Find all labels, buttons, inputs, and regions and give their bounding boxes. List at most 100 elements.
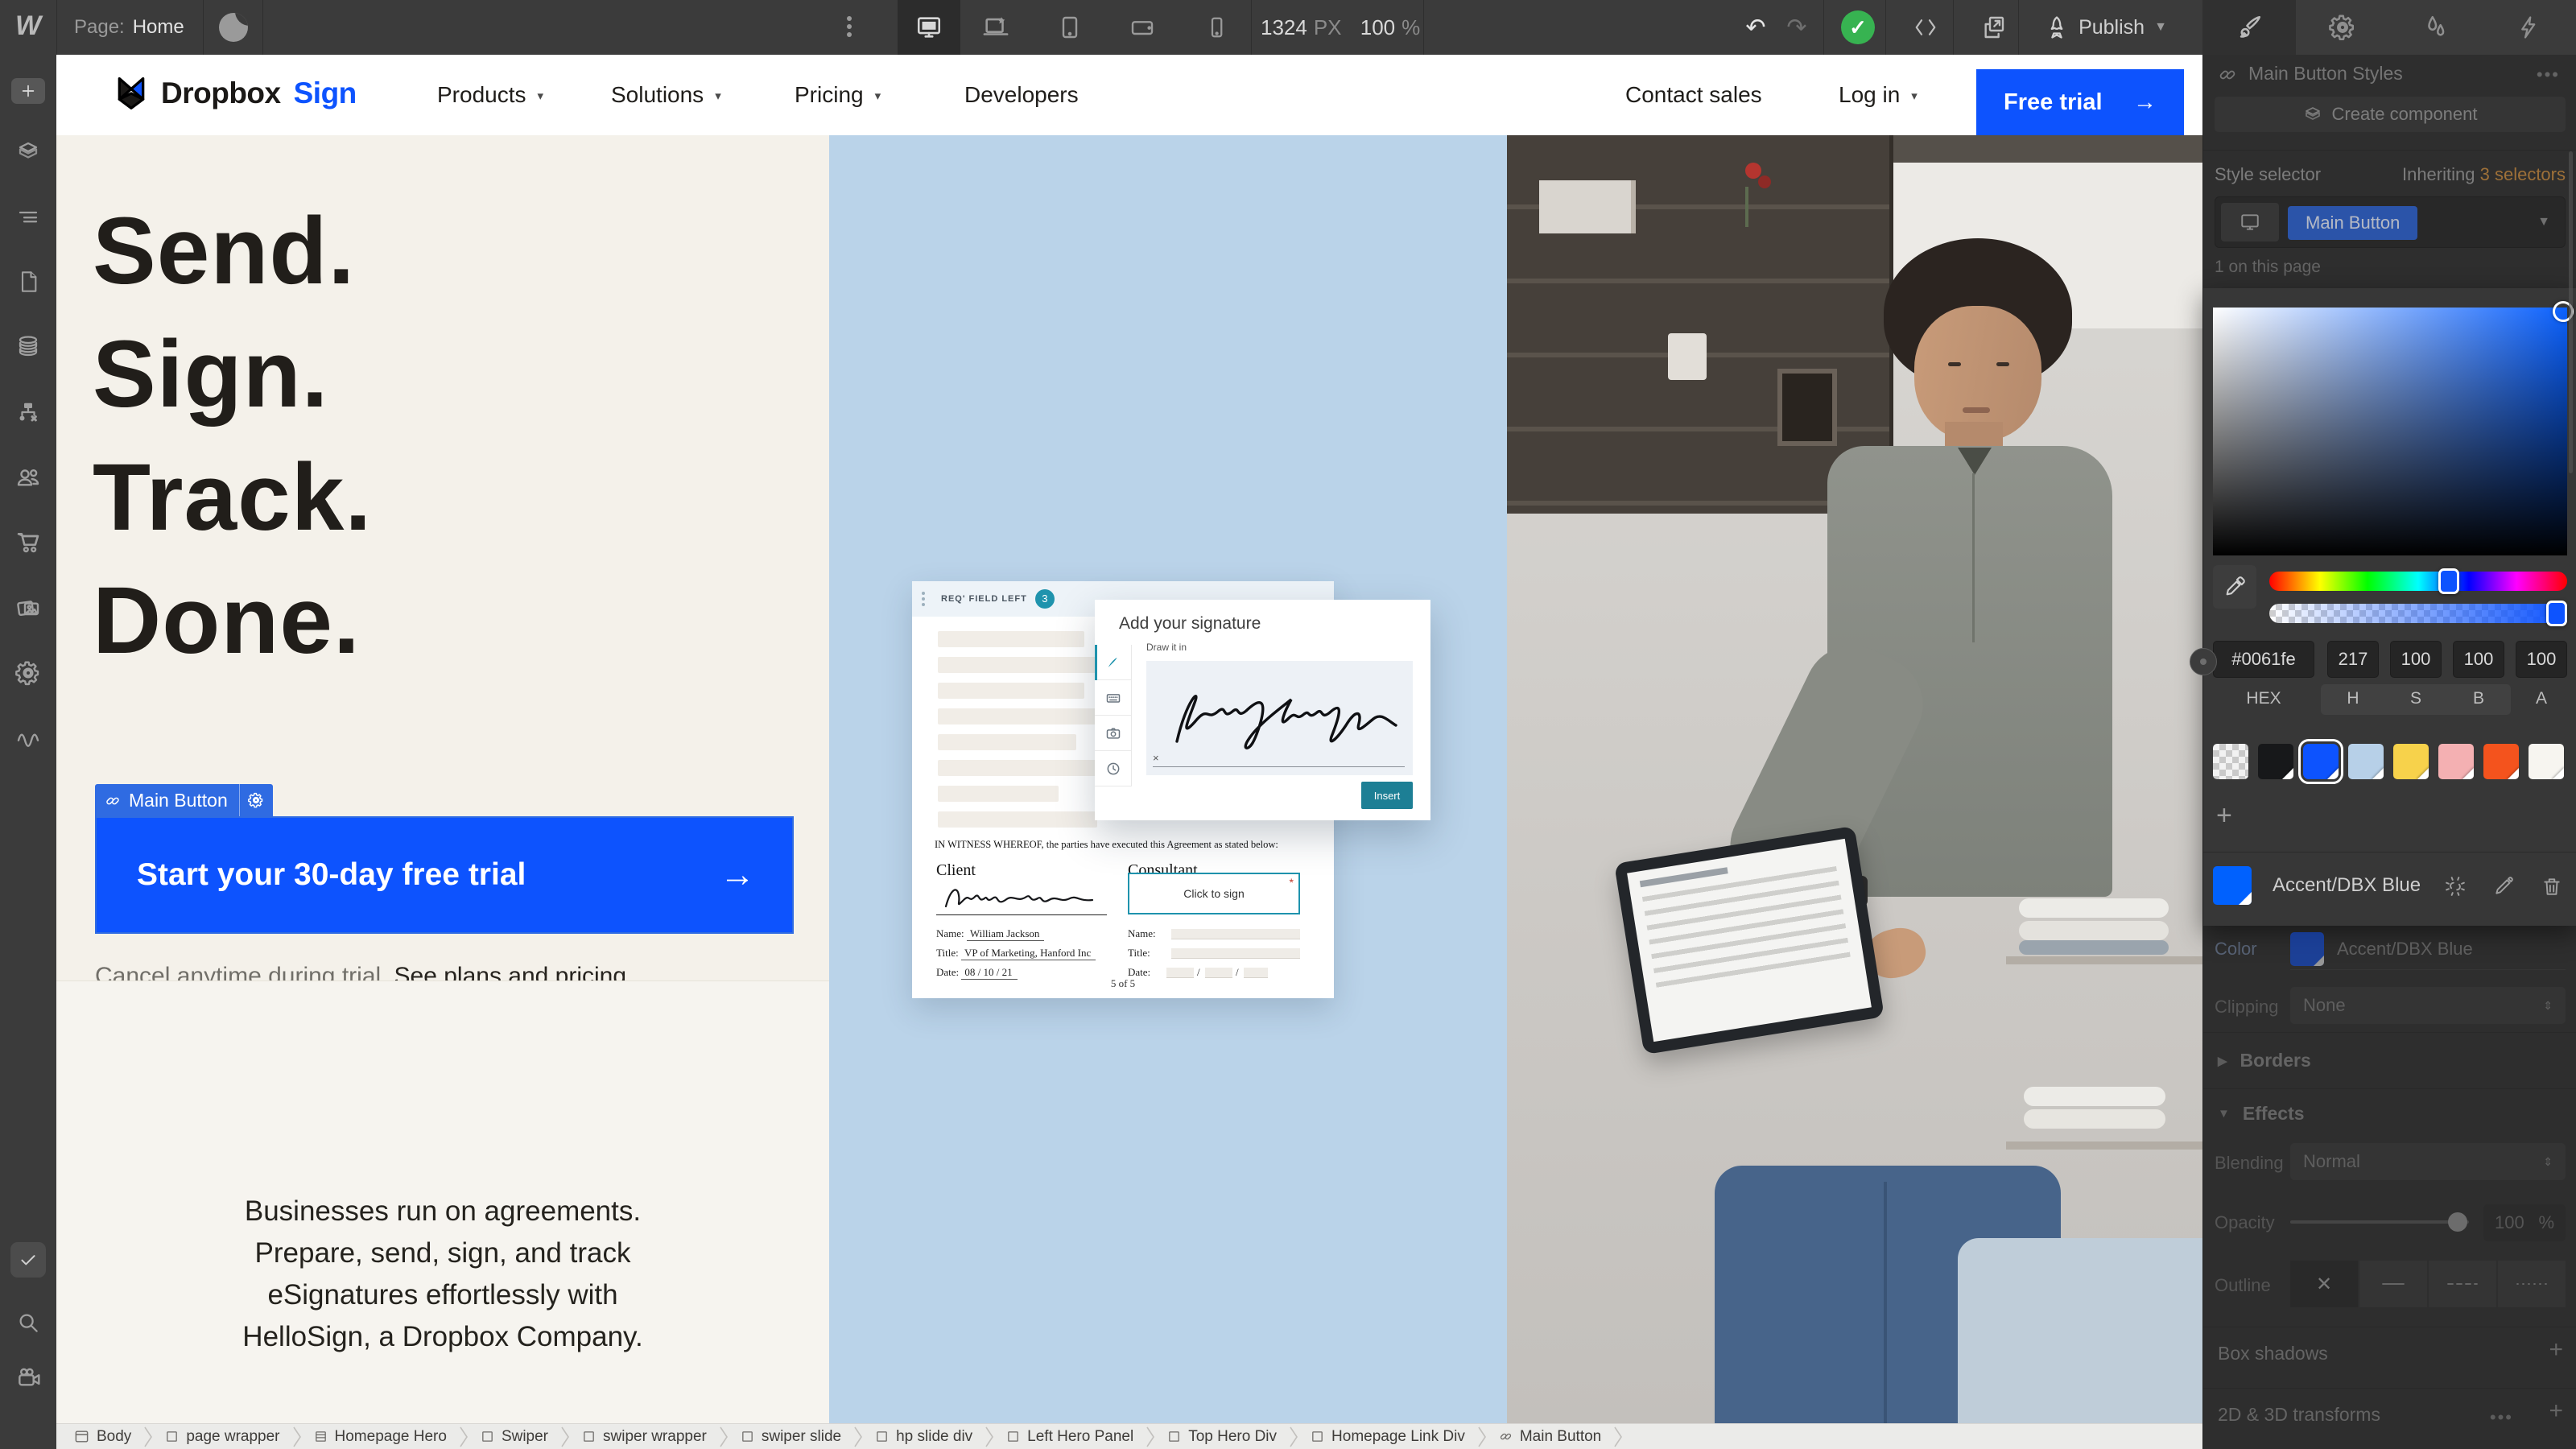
breadcrumb-item-left-hero-panel[interactable]: Left Hero Panel	[1001, 1428, 1138, 1446]
ecommerce-icon[interactable]	[0, 514, 56, 571]
create-component-button[interactable]: Create component	[2215, 97, 2566, 132]
preview-pie-icon[interactable]	[219, 13, 248, 42]
chevron-down-icon[interactable]: ▼	[2537, 215, 2550, 229]
alpha-slider[interactable]	[2269, 604, 2567, 623]
opacity-value-field[interactable]: 100%	[2483, 1204, 2566, 1241]
breadcrumb-item-main-button[interactable]: Main Button	[1494, 1428, 1606, 1446]
nav-link-contact-sales[interactable]: Contact sales	[1625, 55, 1762, 135]
publish-button[interactable]: Publish ▼	[2025, 0, 2186, 55]
hue-slider-handle[interactable]	[2438, 568, 2459, 594]
swatch-pink[interactable]	[2438, 744, 2474, 779]
quick-actions-bolt-icon[interactable]	[2483, 0, 2576, 55]
upload-tab-camera-icon[interactable]	[1095, 716, 1132, 751]
audit-icon[interactable]	[0, 710, 56, 766]
transforms-menu-dots[interactable]: •••	[2490, 1407, 2513, 1428]
alpha-input[interactable]: 100	[2516, 641, 2567, 678]
webflow-logo[interactable]: W	[0, 0, 56, 55]
breadcrumb-item-page-wrapper[interactable]: page wrapper	[160, 1428, 284, 1446]
settings-icon[interactable]	[0, 645, 56, 701]
free-trial-button[interactable]: Free trial→	[1976, 69, 2184, 135]
add-box-shadow-button[interactable]: +	[2549, 1336, 2563, 1364]
settings-panel-tab[interactable]	[2296, 0, 2389, 55]
outline-dashed-button[interactable]	[2429, 1261, 2496, 1307]
blending-select[interactable]: Normal⇕	[2290, 1143, 2566, 1180]
panel-resize-handle[interactable]	[2190, 648, 2217, 675]
add-transform-button[interactable]: +	[2549, 1397, 2563, 1425]
outline-none-button[interactable]: ✕	[2290, 1261, 2358, 1307]
nav-link-solutions[interactable]: Solutions▾	[611, 55, 721, 135]
hex-input[interactable]: #0061fe	[2213, 641, 2314, 678]
panel-scrollbar[interactable]	[2569, 151, 2573, 473]
delete-color-icon[interactable]	[2541, 874, 2562, 896]
swatch-orange[interactable]	[2483, 744, 2519, 779]
edit-color-icon[interactable]	[2493, 874, 2514, 896]
breadcrumb-item-hp-slide-div[interactable]: hp slide div	[870, 1428, 977, 1446]
share-icon[interactable]	[1969, 0, 2017, 55]
compliance-check-icon[interactable]	[0, 1232, 56, 1288]
opacity-slider[interactable]	[2290, 1220, 2469, 1224]
nav-link-pricing[interactable]: Pricing▾	[795, 55, 881, 135]
interactions-panel-tab[interactable]	[2389, 0, 2483, 55]
video-tutorials-icon[interactable]	[0, 1349, 56, 1406]
opacity-slider-handle[interactable]	[2448, 1212, 2467, 1232]
more-options-icon[interactable]	[847, 13, 853, 40]
outline-dotted-button[interactable]	[2498, 1261, 2566, 1307]
click-to-sign-field[interactable]: Click to sign *	[1128, 873, 1300, 914]
outline-solid-button[interactable]	[2359, 1261, 2427, 1307]
cms-icon[interactable]	[0, 319, 56, 375]
selector-token[interactable]: Main Button	[2288, 206, 2417, 240]
breadcrumb-item-swiper-slide[interactable]: swiper slide	[736, 1428, 846, 1446]
page-selector[interactable]: Page:Home	[74, 0, 184, 55]
canvas-size-indicator[interactable]: 1324PX 100%	[1261, 0, 1433, 55]
main-cta-button[interactable]: Start your 30-day free trial→	[95, 816, 794, 934]
users-icon[interactable]	[0, 449, 56, 506]
redo-icon[interactable]: ↷	[1776, 0, 1818, 55]
saved-tab-clock-icon[interactable]	[1095, 751, 1132, 786]
swatch-blue-selected[interactable]	[2303, 744, 2339, 779]
pages-icon[interactable]	[0, 254, 56, 310]
selected-element-badge[interactable]: Main Button	[95, 784, 273, 816]
signature-canvas[interactable]: ×	[1146, 661, 1413, 775]
swatch-transparent[interactable]	[2213, 744, 2248, 779]
style-selector-field[interactable]: Main Button ▼	[2215, 196, 2566, 248]
breadcrumb-item-homepage-link-div[interactable]: Homepage Link Div	[1306, 1428, 1470, 1446]
color-property-swatch[interactable]	[2290, 932, 2324, 966]
style-panel-tab[interactable]	[2202, 0, 2296, 55]
swatch-black[interactable]	[2258, 744, 2293, 779]
add-swatch-button[interactable]: +	[2216, 800, 2232, 832]
nav-link-developers[interactable]: Developers	[964, 55, 1079, 135]
panel-menu-dots[interactable]: •••	[2537, 64, 2560, 85]
swatch-yellow[interactable]	[2393, 744, 2429, 779]
breadcrumb-item-swiper-wrapper[interactable]: swiper wrapper	[577, 1428, 712, 1446]
borders-section-header[interactable]: ▶Borders	[2218, 1050, 2311, 1071]
add-elements-icon[interactable]	[0, 63, 56, 119]
insert-button[interactable]: Insert	[1361, 782, 1413, 809]
unlink-color-icon[interactable]	[2445, 874, 2466, 896]
inheriting-note[interactable]: Inheriting 3 selectors	[2402, 164, 2566, 185]
breadcrumb-item-body[interactable]: Body	[69, 1428, 136, 1446]
swatch-lightblue[interactable]	[2348, 744, 2384, 779]
hue-input[interactable]: 217	[2327, 641, 2379, 678]
effects-section-header[interactable]: ▼Effects	[2218, 1103, 2305, 1125]
assets-icon[interactable]	[0, 580, 56, 636]
export-code-icon[interactable]	[1900, 0, 1951, 55]
breakpoint-mobile-button[interactable]	[1185, 0, 1248, 55]
hue-slider[interactable]	[2269, 572, 2567, 591]
alpha-slider-handle[interactable]	[2546, 601, 2567, 626]
clipping-select[interactable]: None⇕	[2290, 987, 2566, 1024]
type-tab-keyboard-icon[interactable]	[1095, 680, 1132, 716]
search-icon[interactable]	[0, 1294, 56, 1351]
breakpoint-large-button[interactable]	[964, 0, 1027, 55]
saturation-input[interactable]: 100	[2390, 641, 2442, 678]
eyedropper-icon[interactable]	[2213, 565, 2256, 609]
logic-icon[interactable]	[0, 384, 56, 440]
nav-link-products[interactable]: Products▾	[437, 55, 543, 135]
saturation-brightness-area[interactable]	[2213, 308, 2567, 555]
breadcrumb-item-homepage-hero[interactable]: Homepage Hero	[309, 1428, 452, 1446]
breakpoint-mobile-landscape-button[interactable]	[1111, 0, 1174, 55]
element-settings-gear-icon[interactable]	[239, 784, 273, 816]
brightness-input[interactable]: 100	[2453, 641, 2504, 678]
components-icon[interactable]	[0, 123, 56, 180]
undo-icon[interactable]: ↶	[1735, 0, 1777, 55]
nav-link-login[interactable]: Log in▾	[1839, 55, 1918, 135]
